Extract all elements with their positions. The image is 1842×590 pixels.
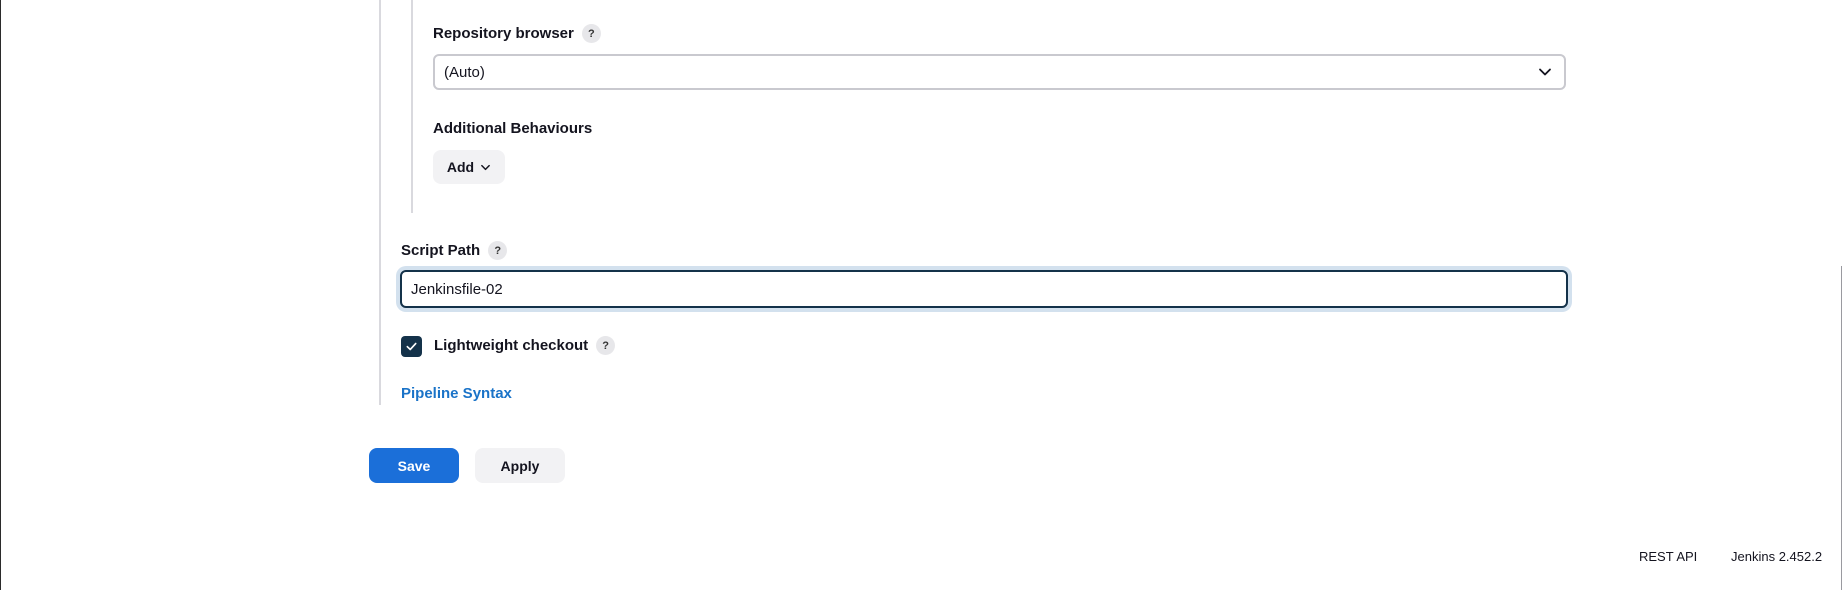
lightweight-checkout-checkbox[interactable] — [401, 336, 422, 357]
pipeline-syntax-link[interactable]: Pipeline Syntax — [401, 385, 512, 402]
window-left-border — [0, 0, 1, 590]
repository-browser-help-icon[interactable]: ? — [581, 24, 601, 43]
chevron-down-icon — [481, 164, 491, 170]
rest-api-link[interactable]: REST API — [1639, 549, 1697, 564]
jenkins-version-link[interactable]: Jenkins 2.452.2 — [1731, 549, 1822, 564]
repository-browser-label: Repository browser — [433, 25, 574, 42]
check-icon — [406, 342, 417, 351]
save-button[interactable]: Save — [369, 448, 459, 483]
scm-section-rail — [411, 0, 413, 213]
apply-button[interactable]: Apply — [475, 448, 565, 483]
add-behaviour-label: Add — [446, 159, 475, 175]
chevron-down-icon — [1539, 68, 1551, 76]
additional-behaviours-label-row: Additional Behaviours — [433, 120, 592, 137]
lightweight-checkout-label-row: Lightweight checkout ? — [434, 336, 616, 355]
repository-browser-label-row: Repository browser ? — [433, 24, 601, 43]
script-path-label: Script Path — [401, 242, 481, 259]
repository-browser-select[interactable]: (Auto) — [433, 54, 1566, 90]
script-path-help-icon[interactable]: ? — [488, 241, 508, 260]
pipeline-section-rail — [379, 0, 381, 405]
script-path-input[interactable] — [400, 270, 1568, 308]
add-behaviour-button[interactable]: Add — [433, 150, 505, 184]
script-path-label-row: Script Path ? — [401, 241, 508, 260]
additional-behaviours-label: Additional Behaviours — [433, 120, 593, 137]
lightweight-checkout-label[interactable]: Lightweight checkout — [434, 337, 588, 354]
lightweight-checkout-help-icon[interactable]: ? — [596, 336, 616, 355]
repository-browser-selected-value: (Auto) — [444, 63, 485, 81]
page: Repository browser ? (Auto) Additional B… — [0, 0, 1842, 590]
